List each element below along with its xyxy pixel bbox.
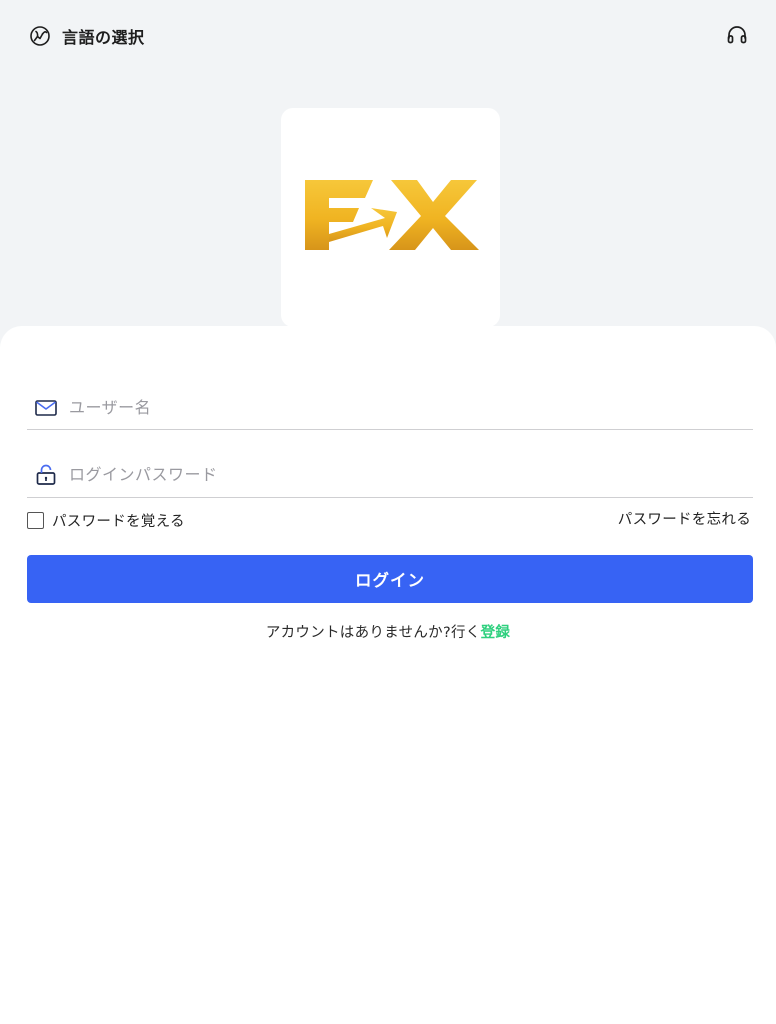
register-prompt: アカウントはありませんか?行く登録 [0,621,776,642]
language-globe-icon [28,24,52,48]
register-link[interactable]: 登録 [481,625,511,641]
login-button[interactable]: ログイン [27,555,753,603]
language-label: 言語の選択 [62,28,145,47]
mail-icon [34,396,58,420]
remember-password-toggle[interactable]: パスワードを覚える [27,510,185,530]
forgot-password-link[interactable]: パスワードを忘れる [618,510,751,530]
password-input[interactable] [69,459,753,490]
remember-label: パスワードを覚える [52,513,185,530]
remember-checkbox[interactable] [27,511,44,529]
headset-icon [725,23,749,47]
fx-logo-icon [304,179,479,250]
username-input[interactable] [69,392,753,423]
username-field [27,386,753,430]
lock-icon [34,463,58,487]
support-button[interactable] [722,21,752,49]
language-selector[interactable]: 言語の選択 [28,23,145,49]
password-field [27,452,753,498]
brand-logo [281,108,500,327]
login-sheet [0,326,776,1024]
register-prompt-text: アカウントはありませんか?行く [265,625,481,641]
login-page: 言語の選択 ユーザー名 パスワードを覚える パスワードを忘れる ログイン アカウ… [0,0,776,1024]
